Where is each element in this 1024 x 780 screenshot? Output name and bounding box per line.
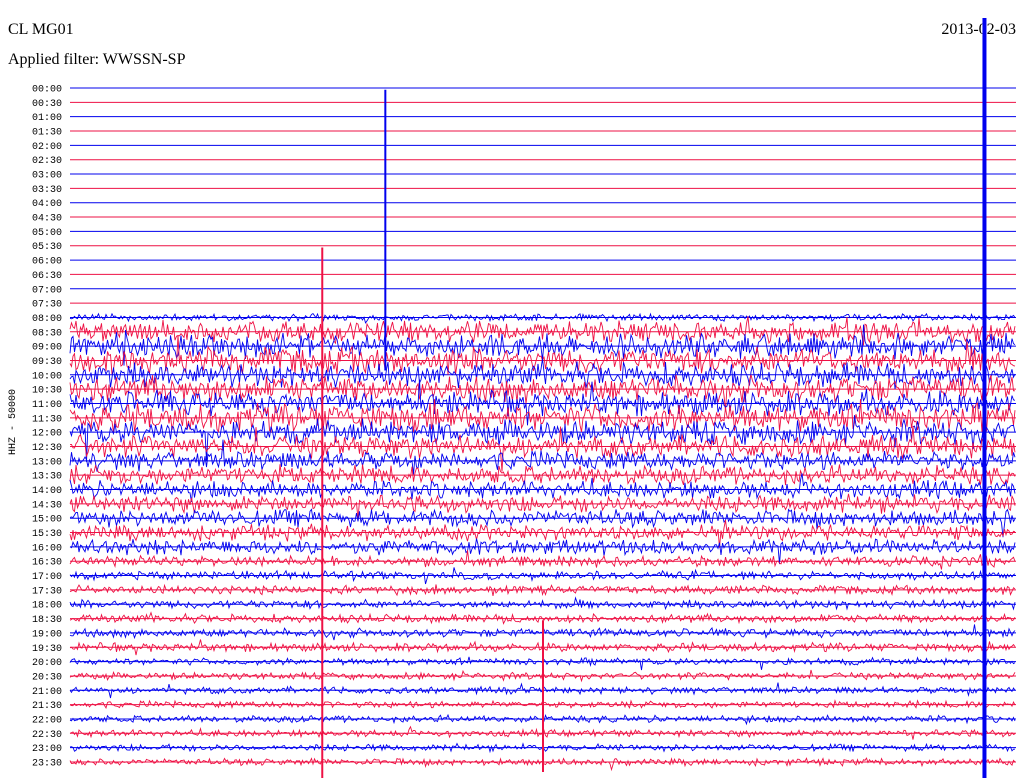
tick-label: 09:30 xyxy=(32,357,62,368)
tick-label: 12:30 xyxy=(32,443,62,454)
tick-label: 13:00 xyxy=(32,457,62,468)
tick-label: 14:00 xyxy=(32,486,62,497)
tick-label: 23:30 xyxy=(32,758,62,769)
seismic-trace xyxy=(69,550,1016,570)
tick-label: 11:30 xyxy=(32,414,62,425)
seismic-trace xyxy=(69,464,1016,486)
seismic-trace xyxy=(69,520,1016,548)
tick-label: 21:30 xyxy=(32,701,62,712)
tick-label: 22:00 xyxy=(32,715,62,726)
tick-label: 03:30 xyxy=(32,185,62,196)
tick-label: 21:00 xyxy=(32,687,62,698)
tick-label: 02:30 xyxy=(32,156,62,167)
tick-label: 04:00 xyxy=(32,199,62,210)
tick-label: 05:00 xyxy=(32,228,62,239)
seismic-trace xyxy=(69,374,1015,411)
tick-label: 08:30 xyxy=(32,328,62,339)
tick-label: 05:30 xyxy=(32,242,62,253)
tick-label: 00:00 xyxy=(32,85,62,96)
tick-label: 12:00 xyxy=(32,429,62,440)
seismic-trace xyxy=(69,312,1016,324)
tick-label: 06:30 xyxy=(32,271,62,282)
time-tick-labels: 00:00 00:30 01:00 01:30 02:00 02:30 03:00 03:30… xyxy=(32,85,62,770)
tick-label: 15:00 xyxy=(32,515,62,526)
tick-label: 10:00 xyxy=(32,371,62,382)
tick-label: 17:30 xyxy=(32,586,62,597)
tick-label: 06:00 xyxy=(32,257,62,268)
tick-label: 13:30 xyxy=(32,472,62,483)
seismic-trace xyxy=(69,316,1016,346)
tick-label: 14:30 xyxy=(32,500,62,511)
tick-label: 08:00 xyxy=(32,314,62,325)
helicorder-plot: 00:00 00:30 01:00 01:30 02:00 02:30 03:00 03:30… xyxy=(8,18,1016,778)
seismic-trace xyxy=(69,596,1016,611)
tick-label: 18:30 xyxy=(32,615,62,626)
tick-label: 23:00 xyxy=(32,744,62,755)
tick-label: 20:00 xyxy=(32,658,62,669)
tick-label: 22:30 xyxy=(32,730,62,741)
tick-label: 18:00 xyxy=(32,601,62,612)
tick-label: 03:00 xyxy=(32,171,62,182)
tick-label: 15:30 xyxy=(32,529,62,540)
tick-label: 01:30 xyxy=(32,128,62,139)
tick-label: 19:30 xyxy=(32,644,62,655)
tick-label: 10:30 xyxy=(32,386,62,397)
event-spikes xyxy=(321,18,987,778)
tick-label: 07:30 xyxy=(32,300,62,311)
tick-label: 17:00 xyxy=(32,572,62,583)
tick-label: 09:00 xyxy=(32,343,62,354)
tick-label: 16:30 xyxy=(32,558,62,569)
tick-label: 04:30 xyxy=(32,214,62,225)
tick-label: 07:00 xyxy=(32,285,62,296)
tick-label: 16:00 xyxy=(32,543,62,554)
tick-label: 20:30 xyxy=(32,672,62,683)
tick-label: 19:00 xyxy=(32,629,62,640)
channel-label: HHZ - 50000 xyxy=(8,389,19,455)
tick-label: 01:00 xyxy=(32,113,62,124)
tick-label: 11:00 xyxy=(32,400,62,411)
tick-label: 00:30 xyxy=(32,99,62,110)
tick-label: 02:00 xyxy=(32,142,62,153)
